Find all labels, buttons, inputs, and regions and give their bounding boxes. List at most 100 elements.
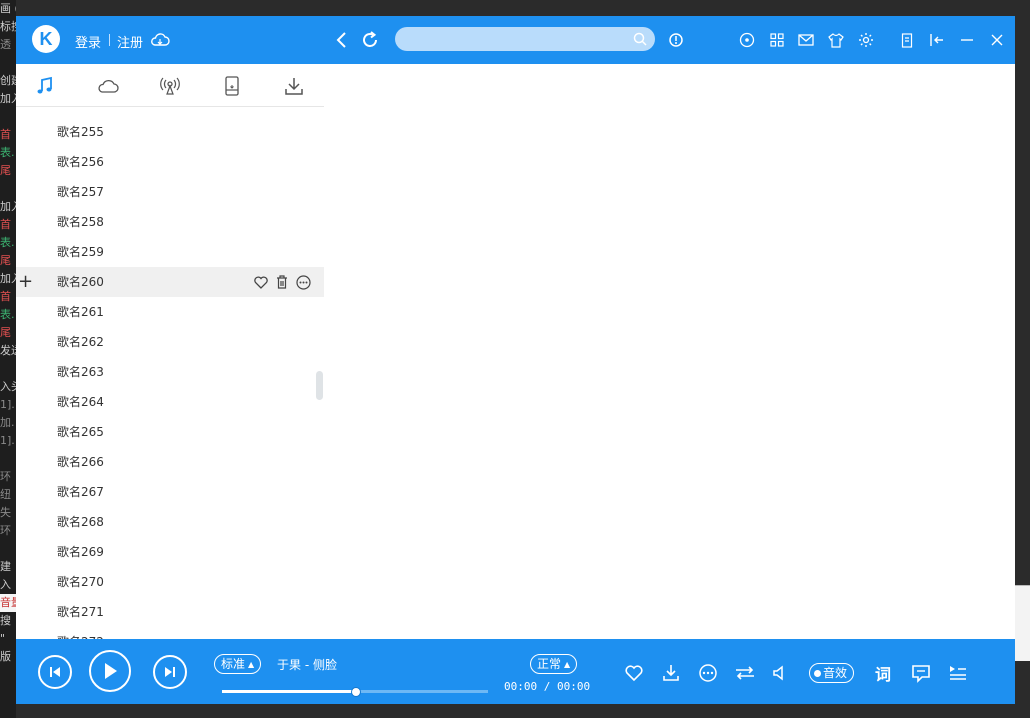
tab-device[interactable]	[220, 74, 244, 98]
add-to-queue-button[interactable]: +	[18, 267, 33, 297]
play-icon	[105, 663, 117, 679]
lyrics-button[interactable]: 词	[875, 661, 891, 685]
song-title: 歌名266	[57, 455, 104, 469]
background-text-fragment: 1].	[0, 398, 15, 411]
previous-button[interactable]	[38, 655, 72, 689]
song-list-item[interactable]: 歌名268	[16, 507, 324, 537]
comment-icon[interactable]	[910, 662, 932, 684]
background-text-fragment: 发送	[0, 344, 16, 357]
background-text-fragment	[0, 540, 16, 558]
login-register-divider	[109, 34, 110, 46]
background-text-fragment: 纽	[0, 488, 11, 501]
song-list-item[interactable]: 歌名262	[16, 327, 324, 357]
song-list-item[interactable]: 歌名267	[16, 477, 324, 507]
background-text-fragment: 表.	[0, 146, 15, 159]
register-link[interactable]: 注册	[117, 32, 143, 51]
song-title: 歌名256	[57, 155, 104, 169]
background-text-fragment: 尾	[0, 254, 11, 267]
song-list-item[interactable]: 歌名269	[16, 537, 324, 567]
song-list-item[interactable]: 歌名259	[16, 237, 324, 267]
song-title: 歌名272	[57, 627, 104, 639]
song-list-item[interactable]: 歌名256	[16, 147, 324, 177]
song-list-item[interactable]: 歌名264	[16, 387, 324, 417]
more-icon[interactable]	[295, 274, 311, 290]
song-list-item[interactable]: 歌名258	[16, 207, 324, 237]
song-list-item[interactable]: 歌名255	[16, 117, 324, 147]
background-text-fragment: 首	[0, 128, 11, 141]
song-title: 歌名257	[57, 185, 104, 199]
tab-radio[interactable]	[158, 74, 182, 98]
mini-mode-icon[interactable]	[898, 31, 916, 49]
background-text-fragment: 1].	[0, 434, 15, 447]
sound-effect-button[interactable]: 音效	[809, 663, 855, 683]
background-text-fragment: 搜	[0, 614, 11, 627]
app-logo[interactable]: K	[32, 25, 60, 53]
song-title: 歌名269	[57, 545, 104, 559]
repeat-order-icon[interactable]	[734, 662, 756, 684]
sidebar-scrollbar[interactable]	[316, 371, 323, 400]
minimize-icon[interactable]	[958, 31, 976, 49]
title-bar: K 登录 注册	[16, 16, 1015, 64]
voice-search-icon[interactable]	[666, 30, 686, 50]
close-icon[interactable]	[988, 31, 1006, 49]
background-text-fragment: 表.	[0, 308, 15, 321]
next-button[interactable]	[153, 655, 187, 689]
background-text-fragment: 版	[0, 650, 11, 663]
song-list-item[interactable]: 歌名261	[16, 297, 324, 327]
background-text-fragment: 表.	[0, 236, 15, 249]
download-song-icon[interactable]	[660, 662, 682, 684]
background-text-fragment: 首	[0, 218, 11, 231]
login-link[interactable]: 登录	[75, 32, 101, 51]
collapse-panel-icon[interactable]	[928, 31, 946, 49]
favorite-heart-icon[interactable]	[623, 662, 645, 684]
disc-icon[interactable]	[738, 31, 756, 49]
tab-cloud[interactable]	[96, 74, 120, 98]
now-playing-title: 于果 - 侧脸	[277, 658, 337, 672]
background-text-fragment: 首	[0, 290, 11, 303]
cloud-sync-icon[interactable]	[150, 31, 170, 49]
play-button[interactable]	[89, 650, 131, 692]
song-title: 歌名267	[57, 485, 104, 499]
tab-download[interactable]	[282, 74, 306, 98]
song-list-item[interactable]: 歌名265	[16, 417, 324, 447]
main-content-area	[324, 64, 1015, 639]
background-text-fragment: 尾	[0, 164, 11, 177]
refresh-icon[interactable]	[360, 30, 380, 50]
song-title: 歌名268	[57, 515, 104, 529]
song-list-item[interactable]: 歌名271	[16, 597, 324, 627]
more-options-icon[interactable]	[697, 662, 719, 684]
song-list-item[interactable]: 歌名266	[16, 447, 324, 477]
background-text-fragment: 失	[0, 506, 11, 519]
progress-knob[interactable]	[351, 687, 361, 697]
background-text-fragment: 标搜	[0, 20, 16, 33]
song-list-item[interactable]: 歌名260 +	[16, 267, 324, 297]
background-text-fragment: "	[0, 632, 6, 645]
song-list-item[interactable]: 歌名257	[16, 177, 324, 207]
volume-icon[interactable]	[769, 662, 791, 684]
trash-icon[interactable]	[274, 274, 290, 290]
song-list-item[interactable]: 歌名272	[16, 627, 324, 639]
background-text-fragment	[0, 54, 16, 72]
play-mode-selector[interactable]: 正常 ▲	[530, 654, 578, 674]
mail-icon[interactable]	[797, 31, 815, 49]
settings-gear-icon[interactable]	[857, 31, 875, 49]
song-list-item[interactable]: 歌名270	[16, 567, 324, 597]
apps-grid-icon[interactable]	[768, 31, 786, 49]
download-icon	[285, 78, 303, 95]
song-title: 歌名258	[57, 215, 104, 229]
song-title: 歌名263	[57, 365, 104, 379]
playlist-queue-icon[interactable]	[947, 662, 969, 684]
back-arrow-icon[interactable]	[332, 30, 350, 50]
song-list-item[interactable]: 歌名263	[16, 357, 324, 387]
progress-fill	[222, 690, 355, 693]
quality-selector[interactable]: 标准 ▲	[214, 654, 262, 674]
search-icon[interactable]	[633, 31, 647, 50]
skin-shirt-icon[interactable]	[827, 31, 845, 49]
tab-music-library[interactable]	[33, 74, 57, 98]
background-text-fragment: 创建	[0, 74, 16, 87]
background-panel	[1015, 585, 1030, 661]
heart-icon[interactable]	[253, 274, 269, 290]
search-input[interactable]	[395, 27, 655, 51]
background-right-strip	[1015, 0, 1030, 718]
progress-bar[interactable]	[222, 687, 488, 697]
